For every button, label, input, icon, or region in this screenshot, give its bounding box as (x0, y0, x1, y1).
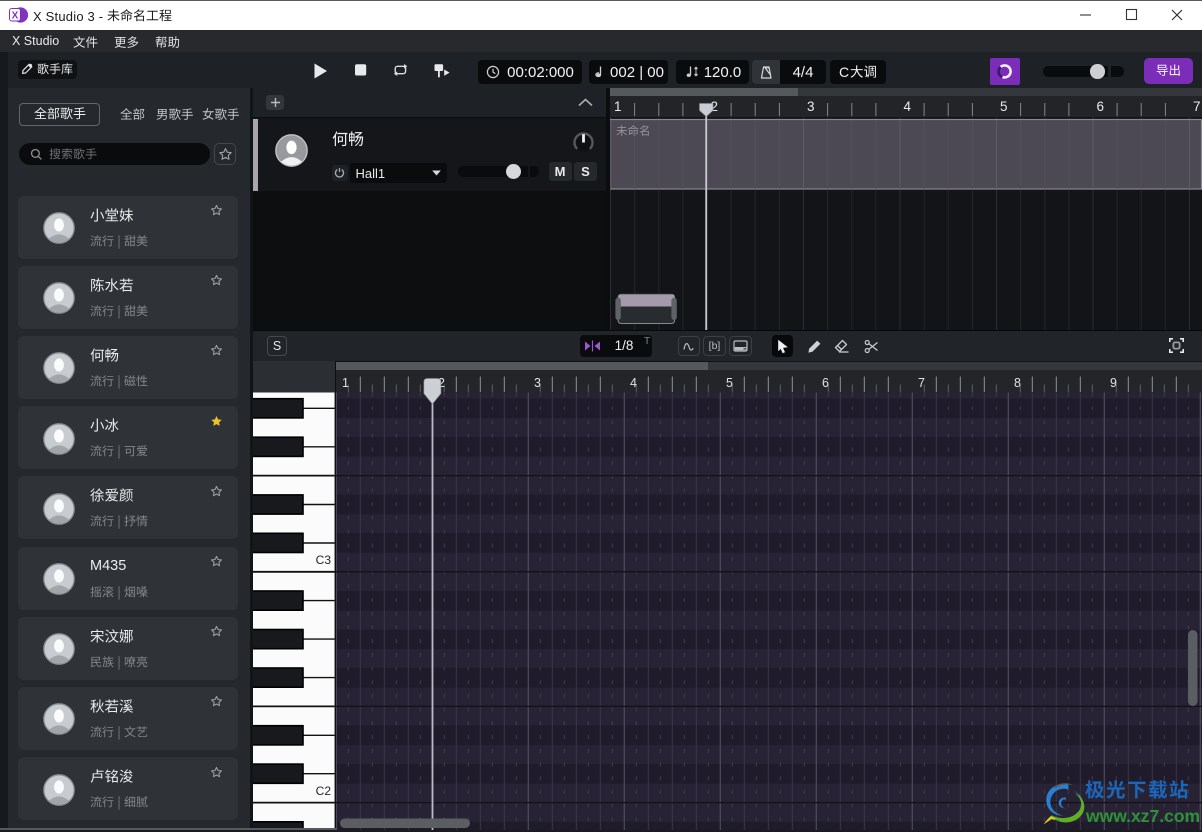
svg-text:1: 1 (342, 376, 349, 390)
svg-text:3: 3 (534, 376, 541, 390)
svg-text:5: 5 (726, 376, 733, 390)
svg-text:1: 1 (614, 99, 622, 114)
svg-text:4: 4 (904, 99, 912, 114)
svg-text:7: 7 (918, 376, 925, 390)
svg-text:4: 4 (630, 376, 637, 390)
svg-text:C2: C2 (316, 784, 332, 798)
svg-text:C3: C3 (316, 553, 332, 567)
svg-text:8: 8 (1014, 376, 1021, 390)
svg-text:7: 7 (1193, 99, 1201, 114)
svg-text:6: 6 (822, 376, 829, 390)
svg-text:X: X (12, 11, 19, 22)
svg-text:5: 5 (1000, 99, 1008, 114)
svg-text:3: 3 (807, 99, 815, 114)
svg-text:6: 6 (1097, 99, 1105, 114)
svg-text:9: 9 (1110, 376, 1117, 390)
